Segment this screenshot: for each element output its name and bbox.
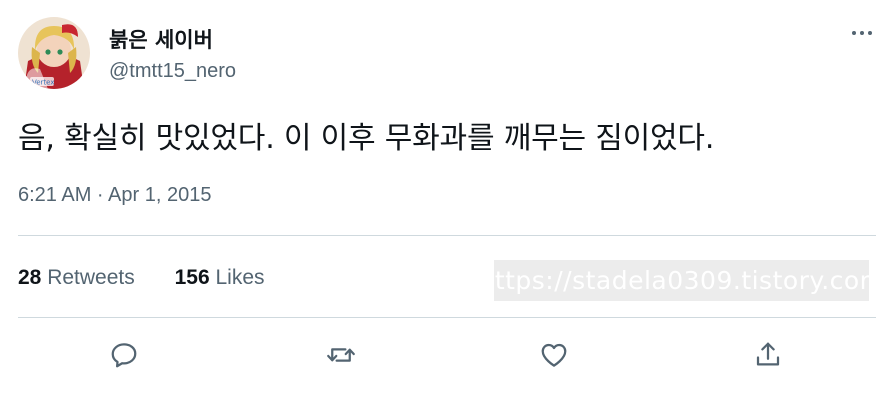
like-button[interactable] (536, 337, 572, 373)
retweets-label: Retweets (47, 266, 135, 289)
likes-stat[interactable]: 156 Likes (175, 266, 265, 289)
like-icon (541, 343, 567, 367)
share-button[interactable] (750, 337, 786, 373)
retweet-icon (327, 348, 355, 362)
tweet-timestamp[interactable]: 6:21 AM · Apr 1, 2015 (18, 184, 211, 207)
likes-count: 156 (174, 266, 210, 289)
divider (18, 235, 876, 236)
display-name[interactable]: 붉은 세이버 (109, 24, 213, 54)
more-dot (868, 31, 872, 35)
more-dot (860, 31, 864, 35)
more-dot (852, 31, 856, 35)
avatar[interactable]: Vertex (18, 17, 90, 89)
retweets-stat[interactable]: 28 Retweets (18, 266, 135, 289)
reply-icon (111, 343, 137, 368)
likes-label: Likes (215, 266, 265, 289)
user-handle[interactable]: @tmtt15_nero (109, 60, 236, 83)
more-options-icon[interactable] (848, 25, 876, 41)
watermark: https://stadela0309.tistory.com (478, 260, 884, 301)
reply-button[interactable] (106, 337, 142, 373)
share-icon (756, 342, 780, 366)
retweets-count: 28 (18, 266, 42, 289)
divider (18, 317, 876, 318)
svg-text:Vertex: Vertex (32, 79, 55, 87)
avatar-image: Vertex (18, 17, 90, 89)
tweet-text: 음, 확실히 맛있었다. 이 이후 무화과를 깨무는 짐이었다. (18, 121, 715, 156)
tweet-stats: 28 Retweets 156 Likes (18, 266, 299, 290)
retweet-button[interactable] (323, 337, 359, 373)
